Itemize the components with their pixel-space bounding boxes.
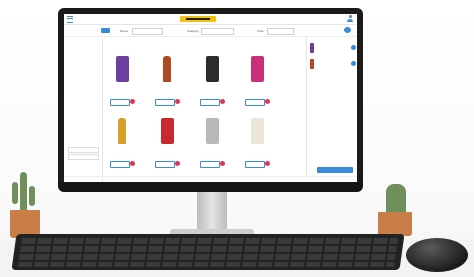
add-to-cart-button[interactable] <box>245 161 265 168</box>
product-image[interactable] <box>251 56 264 82</box>
brand-logo[interactable] <box>180 16 216 22</box>
favorite-heart-icon[interactable] <box>220 99 225 104</box>
cart-item-count[interactable] <box>351 45 356 50</box>
add-to-cart-button[interactable] <box>200 99 220 106</box>
plant-left-arm <box>12 182 18 204</box>
monitor-stand <box>197 191 227 231</box>
favorite-heart-icon[interactable] <box>175 161 180 166</box>
favorite-heart-icon[interactable] <box>130 161 135 166</box>
product-card[interactable] <box>196 118 228 182</box>
favorite-heart-icon[interactable] <box>220 161 225 166</box>
cart-icon[interactable] <box>344 27 351 33</box>
home-button[interactable] <box>101 28 110 33</box>
add-to-cart-button[interactable] <box>110 99 130 106</box>
cart-item[interactable] <box>310 43 356 55</box>
product-card[interactable] <box>241 118 273 182</box>
favorite-heart-icon[interactable] <box>175 99 180 104</box>
key-row <box>17 262 395 267</box>
mouse <box>406 238 468 272</box>
monitor-chin <box>58 182 363 192</box>
product-card[interactable] <box>196 56 228 120</box>
user-icon[interactable] <box>347 15 353 22</box>
keyboard <box>11 234 405 270</box>
cart-item-thumb <box>310 59 314 69</box>
product-image[interactable] <box>163 56 171 82</box>
key-row <box>21 238 398 244</box>
key-row <box>18 254 396 260</box>
plant-left <box>20 172 27 212</box>
product-card[interactable] <box>151 118 183 182</box>
cart-panel <box>306 37 357 176</box>
add-to-cart-button[interactable] <box>110 161 130 168</box>
filter-label-2: Category <box>187 29 200 33</box>
sidebar <box>64 37 103 182</box>
checkout-button[interactable] <box>317 167 353 173</box>
add-to-cart-button[interactable] <box>200 161 220 168</box>
footer-bar <box>64 176 357 182</box>
filter-label-1: Name <box>120 29 129 33</box>
product-image[interactable] <box>206 56 219 82</box>
product-image[interactable] <box>206 118 219 144</box>
hamburger-icon[interactable] <box>67 16 73 23</box>
product-card[interactable] <box>106 56 138 120</box>
plant-left-arm-2 <box>29 186 35 206</box>
plant-right <box>386 184 406 214</box>
screen: Name Category Price <box>64 14 357 182</box>
filter-select-1[interactable] <box>132 28 163 35</box>
product-card[interactable] <box>106 118 138 182</box>
key-row <box>20 246 397 252</box>
add-to-cart-button[interactable] <box>245 99 265 106</box>
product-image[interactable] <box>251 118 264 144</box>
product-image[interactable] <box>161 118 174 144</box>
favorite-heart-icon[interactable] <box>130 99 135 104</box>
filter-select-3[interactable] <box>267 28 294 35</box>
filter-select-2[interactable] <box>201 28 234 35</box>
pot-right <box>378 212 412 236</box>
product-card[interactable] <box>151 56 183 120</box>
cart-item[interactable] <box>310 59 356 71</box>
sidebar-input[interactable] <box>68 147 99 153</box>
filter-label-3: Price <box>257 29 264 33</box>
top-bar <box>64 14 357 25</box>
add-to-cart-button[interactable] <box>155 161 175 168</box>
cart-item-thumb <box>310 43 314 53</box>
cart-item-count[interactable] <box>351 61 356 66</box>
product-card[interactable] <box>241 56 273 120</box>
product-image[interactable] <box>116 56 129 82</box>
favorite-heart-icon[interactable] <box>265 99 270 104</box>
favorite-heart-icon[interactable] <box>265 161 270 166</box>
add-to-cart-button[interactable] <box>155 99 175 106</box>
sidebar-input[interactable] <box>68 154 99 160</box>
product-image[interactable] <box>118 118 126 144</box>
